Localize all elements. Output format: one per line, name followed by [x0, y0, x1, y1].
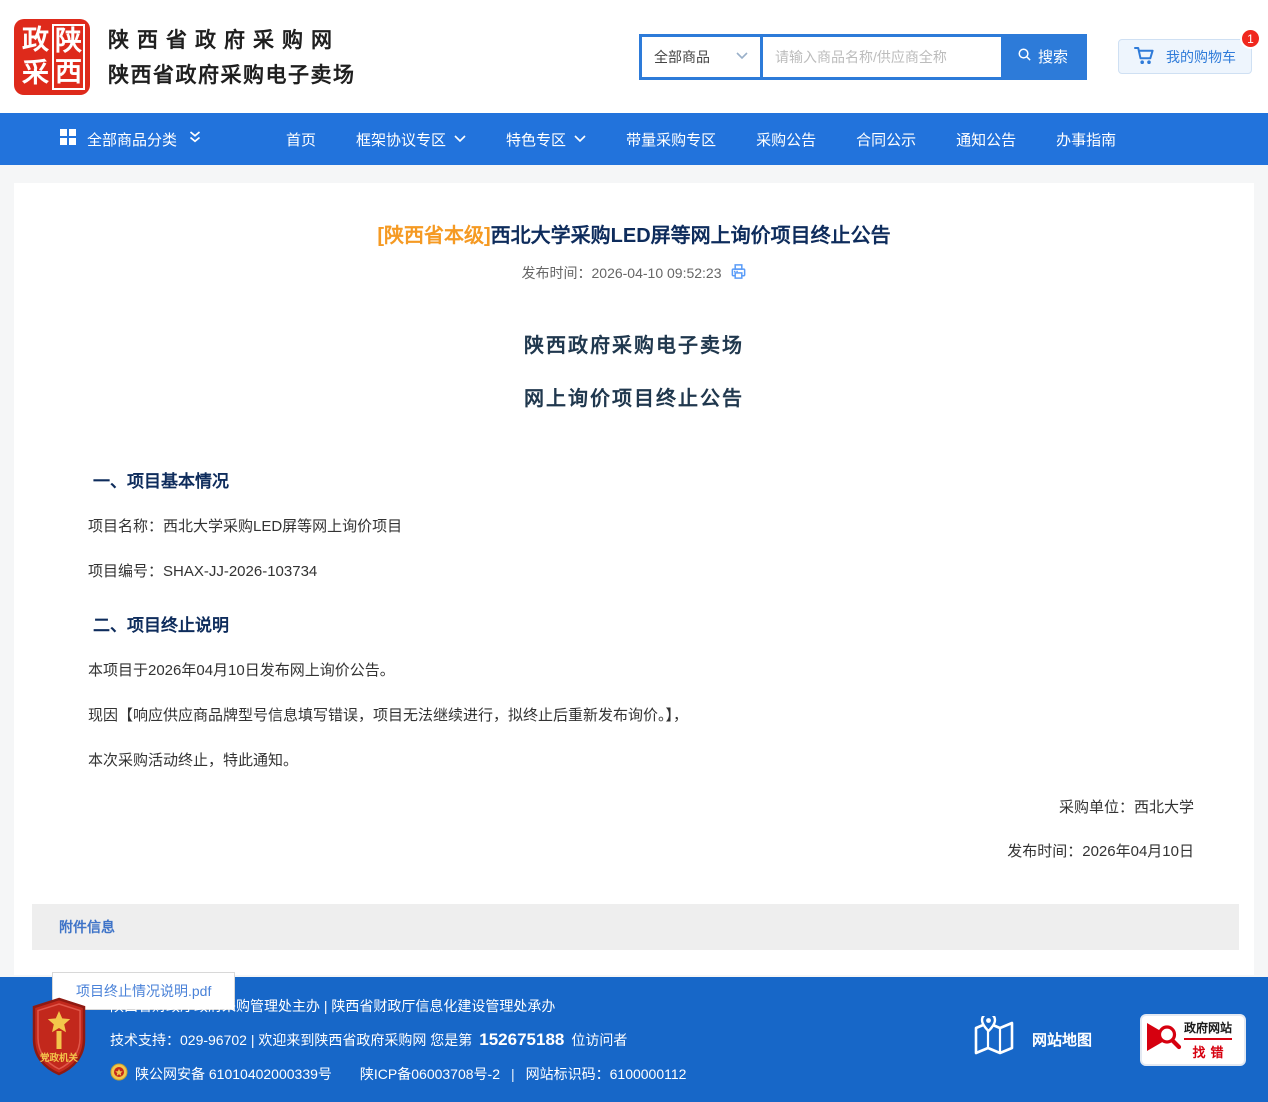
party-government-emblem: 党政机关: [30, 997, 88, 1082]
search-input[interactable]: [763, 37, 1001, 77]
double-chevron-down-icon: [188, 130, 202, 148]
find-error-text: 政府网站 找错: [1184, 1019, 1232, 1061]
find-error-line1: 政府网站: [1184, 1019, 1232, 1040]
signature-block: 采购单位：西北大学 发布时间：2026年04月10日: [14, 796, 1254, 861]
nav-item-label: 特色专区: [506, 129, 566, 150]
nav-item-home[interactable]: 首页: [266, 113, 336, 165]
attachments-heading: 附件信息: [59, 917, 115, 937]
nav-item-label: 框架协议专区: [356, 129, 446, 150]
site-title: 陕西省政府采购网 陕西省政府采购电子卖场: [108, 24, 356, 89]
printer-icon[interactable]: [730, 263, 747, 283]
top-header: 政 采 陕 西 陕西省政府采购网 陕西省政府采购电子卖场 全部商品: [0, 0, 1268, 113]
site-title-line1: 陕西省政府采购网: [108, 24, 356, 54]
nav-item-label: 办事指南: [1056, 129, 1116, 150]
police-badge-icon: [110, 1063, 128, 1084]
search-button[interactable]: 搜索: [1001, 37, 1084, 77]
logo-char: 西: [54, 57, 83, 88]
search-bar: 全部商品 搜索: [639, 34, 1087, 80]
nav-item-label: 采购公告: [756, 129, 816, 150]
region-tag: [陕西省本级]: [377, 225, 490, 247]
purchaser: 采购单位：西北大学: [14, 796, 1194, 817]
ga-beian-link[interactable]: 陕公网安备 61010402000339号: [135, 1064, 332, 1084]
cart-label: 我的购物车: [1166, 47, 1236, 67]
find-error-line2: 找错: [1184, 1042, 1232, 1061]
visitor-count: 152675188: [479, 1030, 564, 1050]
nav-item-label: 合同公示: [856, 129, 916, 150]
find-error-logo-icon: [1144, 1018, 1182, 1061]
nav-item-contract-publicity[interactable]: 合同公示: [836, 113, 936, 165]
cart-button[interactable]: 我的购物车 1: [1118, 39, 1252, 74]
section-basic-info: 一、项目基本情况 项目名称：西北大学采购LED屏等网上询价项目 项目编号：SHA…: [14, 467, 1254, 771]
icp-beian-link[interactable]: 陕ICP备06003708号-2: [360, 1064, 500, 1084]
nav-item-label: 首页: [286, 129, 316, 150]
map-icon: [971, 1016, 1017, 1064]
site-code: 网站标识码：6100000112: [526, 1064, 687, 1084]
search-button-label: 搜索: [1038, 46, 1068, 67]
nav-item-featured-zone[interactable]: 特色专区: [486, 113, 606, 165]
search-category-value: 全部商品: [654, 47, 710, 67]
nav-menu: 首页 框架协议专区 特色专区 带量采购专区 采购公告 合同公示 通知公告: [266, 113, 1136, 165]
search-icon: [1017, 47, 1032, 66]
nav-item-label: 通知公告: [956, 129, 1016, 150]
logo-right-column: 陕 西: [52, 24, 85, 90]
footer-divider: |: [507, 1066, 519, 1082]
termination-para: 本项目于2026年04月10日发布网上询价公告。: [88, 660, 1180, 681]
nav-item-framework-zone[interactable]: 框架协议专区: [336, 113, 486, 165]
support-text: 技术支持：029-96702 | 欢迎来到陕西省政府采购网 您是第: [110, 1030, 472, 1050]
sitemap-label: 网站地图: [1032, 1029, 1092, 1050]
publish-time: 发布时间：2026-04-10 09:52:23: [522, 263, 722, 283]
nav-item-label: 带量采购专区: [626, 129, 716, 150]
footer-right: 网站地图 政府网站 找错: [971, 1014, 1246, 1066]
project-number: 项目编号：SHAX-JJ-2026-103734: [88, 561, 1180, 582]
announcement-title: 西北大学采购LED屏等网上询价项目终止公告: [491, 225, 891, 247]
footer-texts: 陕西省财政厅政府采购管理处主办 | 陕西省财政厅信息化建设管理处承办 技术支持：…: [110, 989, 686, 1091]
page-title: [陕西省本级]西北大学采购LED屏等网上询价项目终止公告: [14, 219, 1254, 248]
search-category-dropdown[interactable]: 全部商品: [642, 37, 760, 77]
all-categories-button[interactable]: 全部商品分类: [60, 129, 202, 150]
nav-item-procurement-announcements[interactable]: 采购公告: [736, 113, 836, 165]
gov-site-find-error-badge[interactable]: 政府网站 找错: [1140, 1014, 1246, 1066]
main-content: [陕西省本级]西北大学采购LED屏等网上询价项目终止公告 发布时间：2026-0…: [0, 165, 1268, 977]
main-nav: 全部商品分类 首页 框架协议专区 特色专区 带量采购专区 采购公告: [0, 113, 1268, 165]
organizer-text: 陕西省财政厅政府采购管理处主办 | 陕西省财政厅信息化建设管理处承办: [110, 996, 555, 1016]
all-categories-label: 全部商品分类: [87, 129, 177, 150]
logo-char: 采: [19, 57, 52, 90]
chevron-down-icon: [454, 135, 466, 143]
visitor-suffix: 位访问者: [571, 1030, 627, 1050]
logo-char: 政: [19, 24, 52, 57]
sitemap-link[interactable]: 网站地图: [971, 1016, 1092, 1064]
publish-meta: 发布时间：2026-04-10 09:52:23: [14, 263, 1254, 283]
project-name: 项目名称：西北大学采购LED屏等网上询价项目: [88, 516, 1180, 537]
doc-heading-line2: 网上询价项目终止公告: [14, 382, 1254, 411]
nav-item-notices[interactable]: 通知公告: [936, 113, 1036, 165]
site-title-line2: 陕西省政府采购电子卖场: [108, 59, 356, 89]
footer-line2: 技术支持：029-96702 | 欢迎来到陕西省政府采购网 您是第 1526751…: [110, 1023, 686, 1057]
announcement-card: [陕西省本级]西北大学采购LED屏等网上询价项目终止公告 发布时间：2026-0…: [14, 183, 1254, 975]
section-heading: 一、项目基本情况: [88, 467, 1180, 492]
signature-date: 发布时间：2026年04月10日: [14, 840, 1194, 861]
cart-icon: [1134, 45, 1155, 68]
chevron-down-icon: [574, 135, 586, 143]
footer-line1: 陕西省财政厅政府采购管理处主办 | 陕西省财政厅信息化建设管理处承办: [110, 989, 686, 1023]
section-heading: 二、项目终止说明: [88, 611, 1180, 636]
logo-left-column: 政 采: [19, 24, 52, 90]
grid-icon: [60, 129, 76, 149]
footer: 党政机关 陕西省财政厅政府采购管理处主办 | 陕西省财政厅信息化建设管理处承办 …: [0, 977, 1268, 1102]
footer-line3: 陕公网安备 61010402000339号 陕ICP备06003708号-2 |…: [110, 1057, 686, 1091]
chevron-down-icon: [736, 51, 748, 63]
doc-heading-line1: 陕西政府采购电子卖场: [14, 329, 1254, 358]
nav-item-service-guide[interactable]: 办事指南: [1036, 113, 1136, 165]
nav-item-volume-purchase-zone[interactable]: 带量采购专区: [606, 113, 736, 165]
site-logo[interactable]: 政 采 陕 西: [14, 19, 90, 95]
termination-notice: 本次采购活动终止，特此通知。: [88, 750, 1180, 771]
emblem-label: 党政机关: [40, 1052, 79, 1064]
logo-char: 陕: [54, 26, 83, 57]
cart-count-badge: 1: [1240, 28, 1261, 49]
page: 政 采 陕 西 陕西省政府采购网 陕西省政府采购电子卖场 全部商品: [0, 0, 1268, 1102]
attachments-header-bar: 附件信息: [32, 904, 1239, 950]
termination-reason: 现因【响应供应商品牌型号信息填写错误，项目无法继续进行，拟终止后重新发布询价。】…: [88, 705, 1180, 726]
